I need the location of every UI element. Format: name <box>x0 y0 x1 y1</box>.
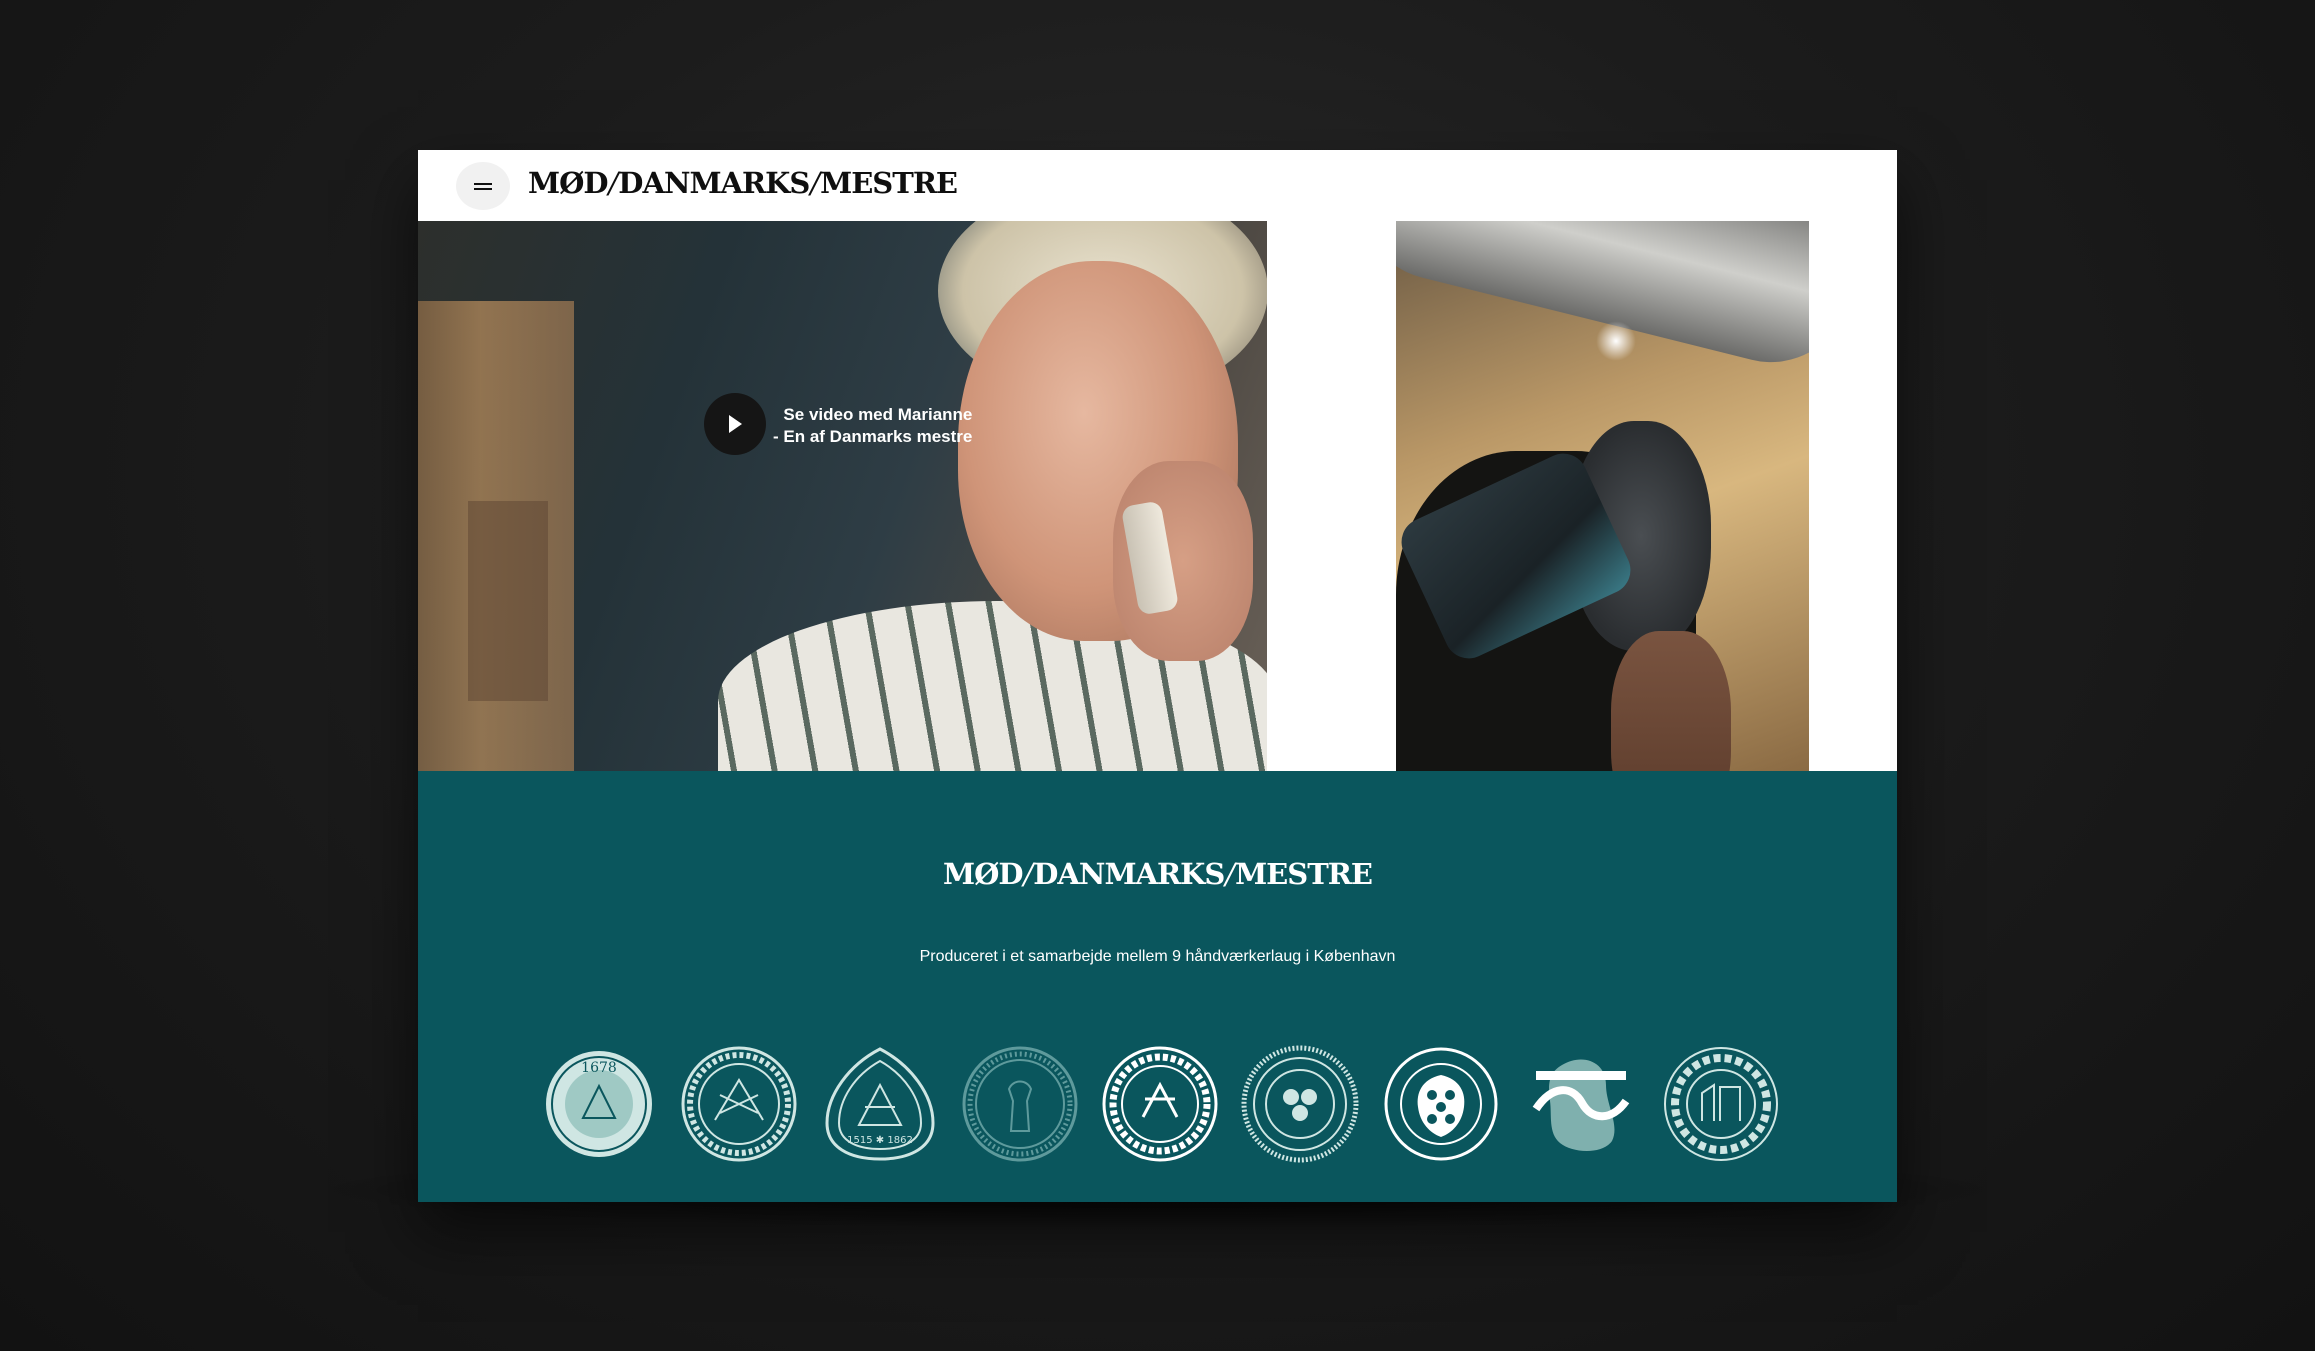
hamburger-icon <box>474 180 492 193</box>
top-bar: MØD/DANMARKS/MESTRE <box>418 150 1897 221</box>
seal-glarmesterlauget-icon <box>1384 1047 1497 1161</box>
seal-wave[interactable] <box>1522 1045 1640 1163</box>
video-caption-line-2: - En af Danmarks mestre <box>773 427 973 446</box>
seal-stukkatorlaug[interactable] <box>680 1045 798 1163</box>
footer-logo-word-mod: MØD <box>942 857 1024 891</box>
seal-stukkatorlaug-icon <box>681 1046 797 1162</box>
play-video-button[interactable] <box>704 393 766 455</box>
svg-text:1515 ✱ 1862: 1515 ✱ 1862 <box>847 1135 913 1146</box>
video-caption-line-1: Se video med Marianne <box>783 405 973 424</box>
hero-video[interactable]: Se video med Marianne - En af Danmarks m… <box>418 221 1267 771</box>
footer: MØD/DANMARKS/MESTRE Produceret i et sama… <box>418 771 1897 1202</box>
logo-word-mestre: MESTRE <box>820 166 958 200</box>
seal-glarmesterlauget[interactable] <box>1382 1045 1500 1163</box>
logo-word-mod: MØD <box>528 166 609 200</box>
seal-snedkernes[interactable] <box>1101 1045 1219 1163</box>
browser-page: MØD/DANMARKS/MESTRE Se video med Mariann… <box>418 150 1897 1202</box>
seal-murerlaug[interactable] <box>1662 1045 1780 1163</box>
site-logo[interactable]: MØD/DANMARKS/MESTRE <box>528 166 958 200</box>
seal-malerlaug-icon <box>1241 1045 1359 1163</box>
photo-arm <box>1611 631 1731 771</box>
photo-drill-light <box>1596 321 1636 361</box>
footer-logo-word-mestre: MESTRE <box>1235 857 1373 891</box>
seal-ornate[interactable] <box>961 1045 1079 1163</box>
logo-slash: / <box>1023 857 1034 891</box>
background-shelf-shadow <box>468 501 548 701</box>
footer-logo[interactable]: MØD/DANMARKS/MESTRE <box>418 857 1897 891</box>
logo-word-danmarks: DANMARKS <box>618 166 810 200</box>
seal-tomrerlaug-icon: 1515 ✱ 1862 <box>824 1047 935 1161</box>
video-caption[interactable]: Se video med Marianne - En af Danmarks m… <box>773 404 972 448</box>
seal-1678[interactable]: 1678 <box>540 1045 658 1163</box>
seal-wave-icon <box>1532 1059 1630 1151</box>
guild-seals: 1678 1515 ✱ 1862 <box>540 1044 1780 1164</box>
seal-ornate-icon <box>962 1046 1078 1162</box>
seal-1678-icon: 1678 <box>546 1051 652 1157</box>
menu-button[interactable] <box>456 162 510 210</box>
craftsman-drill-photo <box>1396 221 1809 771</box>
footer-description: Produceret i et samarbejde mellem 9 hånd… <box>919 948 1396 965</box>
footer-logo-word-danmarks: DANMARKS <box>1033 857 1225 891</box>
seal-tomrerlaug[interactable]: 1515 ✱ 1862 <box>821 1045 939 1163</box>
seal-malerlaug[interactable] <box>1241 1045 1359 1163</box>
logo-slash: / <box>1225 857 1235 891</box>
svg-text:1678: 1678 <box>581 1060 617 1076</box>
logo-slash: / <box>608 166 619 200</box>
seal-murerlaug-icon <box>1664 1047 1778 1161</box>
seal-snedkernes-icon <box>1102 1046 1218 1162</box>
logo-slash: / <box>810 166 820 200</box>
play-icon <box>729 415 742 433</box>
